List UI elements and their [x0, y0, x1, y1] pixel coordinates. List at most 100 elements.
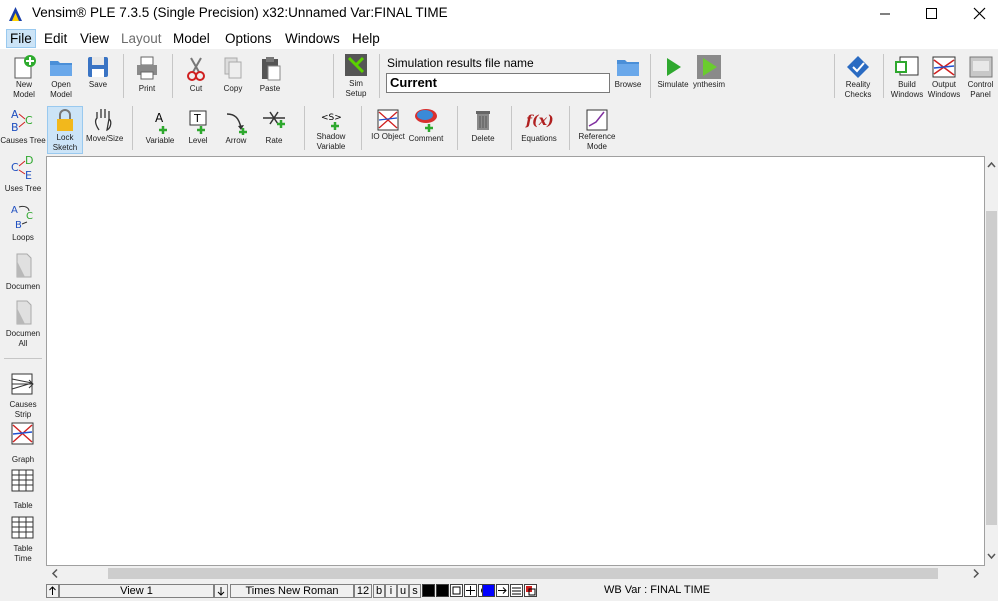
equations-label: Equations	[521, 134, 557, 143]
position-button[interactable]	[464, 584, 477, 597]
italic-toggle[interactable]: i	[385, 584, 397, 598]
horizontal-scroll-thumb[interactable]	[108, 568, 938, 579]
sketch-canvas[interactable]	[46, 156, 985, 566]
open-model-button[interactable]: Open Model	[44, 54, 78, 100]
scroll-right-icon[interactable]	[969, 566, 983, 581]
loops-button[interactable]: ACB Loops	[0, 202, 46, 243]
scroll-down-icon[interactable]	[985, 549, 998, 563]
comment-cloud-icon	[415, 109, 437, 132]
equations-button[interactable]: f(x) Equations	[519, 108, 559, 144]
view-down-button[interactable]	[214, 584, 228, 598]
toolbar-separator	[379, 54, 380, 98]
uses-tree-button[interactable]: CDE Uses Tree	[0, 153, 46, 194]
maximize-button[interactable]	[908, 0, 954, 28]
menu-bar: File Edit View Layout Model Options Wind…	[0, 28, 998, 49]
causes-tree-button[interactable]: ACB Causes Tree	[0, 107, 46, 146]
io-object-icon	[377, 109, 399, 131]
menu-edit[interactable]: Edit	[41, 30, 70, 47]
table-time-icon	[11, 516, 34, 539]
toolbar-separator	[361, 106, 362, 150]
synthesim-button[interactable]: ynthesim	[691, 54, 727, 90]
causes-strip-icon	[11, 373, 34, 395]
save-button[interactable]: Save	[82, 54, 114, 90]
comment-button[interactable]: Comment	[406, 106, 446, 144]
sketch-toolbar: Lock Sketch Move/Size A Variable T Level…	[0, 102, 998, 155]
browse-button[interactable]: Browse	[612, 54, 644, 90]
lock-sketch-button[interactable]: Lock Sketch	[47, 106, 83, 154]
scroll-up-icon[interactable]	[985, 158, 998, 172]
reference-mode-button[interactable]: Reference Mode	[576, 108, 618, 152]
new-model-button[interactable]: New Model	[6, 54, 42, 100]
text-color-swatch[interactable]	[422, 584, 435, 597]
arrow-down-icon	[217, 587, 225, 596]
vertical-scrollbar[interactable]	[985, 156, 998, 566]
io-object-button[interactable]: IO Object	[370, 108, 406, 142]
arrow-icon	[226, 113, 247, 135]
view-selector[interactable]: View 1	[59, 584, 214, 598]
border-color-swatch[interactable]	[436, 584, 449, 597]
menu-help[interactable]: Help	[349, 30, 383, 47]
arrow-style-button[interactable]	[496, 584, 509, 597]
output-windows-button[interactable]: Output Windows	[926, 54, 962, 100]
scroll-left-icon[interactable]	[48, 566, 62, 581]
color-swatch-blue[interactable]	[482, 584, 495, 597]
delete-button[interactable]: Delete	[465, 106, 501, 144]
causes-strip-button[interactable]: Causes Strip	[0, 371, 46, 420]
reality-check-icon	[847, 56, 869, 78]
causes-tree-label: Causes Tree	[0, 136, 46, 145]
comment-label: Comment	[408, 134, 444, 143]
rate-valve-icon	[263, 111, 285, 128]
build-windows-label: Build Windows	[890, 80, 924, 99]
underline-toggle[interactable]: u	[397, 584, 409, 598]
simulation-results-input[interactable]: Current	[386, 73, 610, 93]
shape-style-button[interactable]	[450, 584, 463, 597]
table-time-button[interactable]: Table Time	[0, 515, 46, 564]
svg-text:E: E	[25, 169, 32, 181]
font-size-selector[interactable]: 12	[354, 584, 372, 598]
menu-windows[interactable]: Windows	[282, 30, 343, 47]
document-button[interactable]: Documen	[0, 251, 46, 292]
horizontal-scrollbar[interactable]	[46, 566, 985, 581]
build-windows-button[interactable]: Build Windows	[889, 54, 925, 100]
move-size-button[interactable]: Move/Size	[86, 106, 123, 144]
window-title: Vensim® PLE 7.3.5 (Single Precision) x32…	[32, 5, 448, 20]
minimize-button[interactable]	[862, 0, 908, 28]
cut-button[interactable]: Cut	[180, 54, 212, 94]
menu-options[interactable]: Options	[222, 30, 275, 47]
document-icon	[16, 253, 32, 278]
variable-tool-button[interactable]: A Variable	[142, 108, 178, 146]
line-width-button[interactable]	[510, 584, 523, 597]
options-button[interactable]	[524, 584, 537, 597]
sim-setup-button[interactable]: Sim Setup	[338, 52, 374, 99]
arrow-tool-button[interactable]: Arrow	[218, 108, 254, 146]
menu-file[interactable]: File	[6, 29, 36, 48]
level-tool-button[interactable]: T Level	[180, 108, 216, 146]
menu-view[interactable]: View	[77, 30, 112, 47]
save-label: Save	[88, 80, 108, 89]
simulate-button[interactable]: Simulate	[655, 54, 691, 90]
menu-layout[interactable]: Layout	[118, 30, 165, 47]
reality-checks-button[interactable]: Reality Checks	[840, 54, 876, 100]
menu-model[interactable]: Model	[170, 30, 213, 47]
close-button[interactable]	[954, 0, 998, 28]
shape-icon	[452, 586, 461, 595]
view-up-button[interactable]	[46, 584, 59, 598]
font-selector[interactable]: Times New Roman	[230, 584, 354, 598]
vertical-scroll-thumb[interactable]	[986, 211, 997, 525]
simulation-results-label: Simulation results file name	[387, 56, 534, 70]
close-icon	[973, 7, 986, 20]
copy-button[interactable]: Copy	[217, 54, 249, 94]
shadow-variable-button[interactable]: <S> Shadow Variable	[311, 108, 351, 152]
svg-text:C: C	[11, 161, 19, 174]
paste-button[interactable]: Paste	[254, 54, 286, 94]
strikethrough-toggle[interactable]: s	[409, 584, 421, 598]
graph-button[interactable]: Graph	[0, 422, 46, 465]
toolbar-separator	[172, 54, 173, 98]
control-panel-button[interactable]: Control Panel	[963, 54, 998, 100]
table-button[interactable]: Table	[0, 468, 46, 511]
rate-tool-button[interactable]: Rate	[256, 108, 292, 146]
bold-toggle[interactable]: b	[373, 584, 385, 598]
document-all-button[interactable]: Documen All	[0, 298, 46, 349]
control-panel-label: Control Panel	[967, 80, 994, 99]
print-button[interactable]: Print	[130, 54, 164, 94]
